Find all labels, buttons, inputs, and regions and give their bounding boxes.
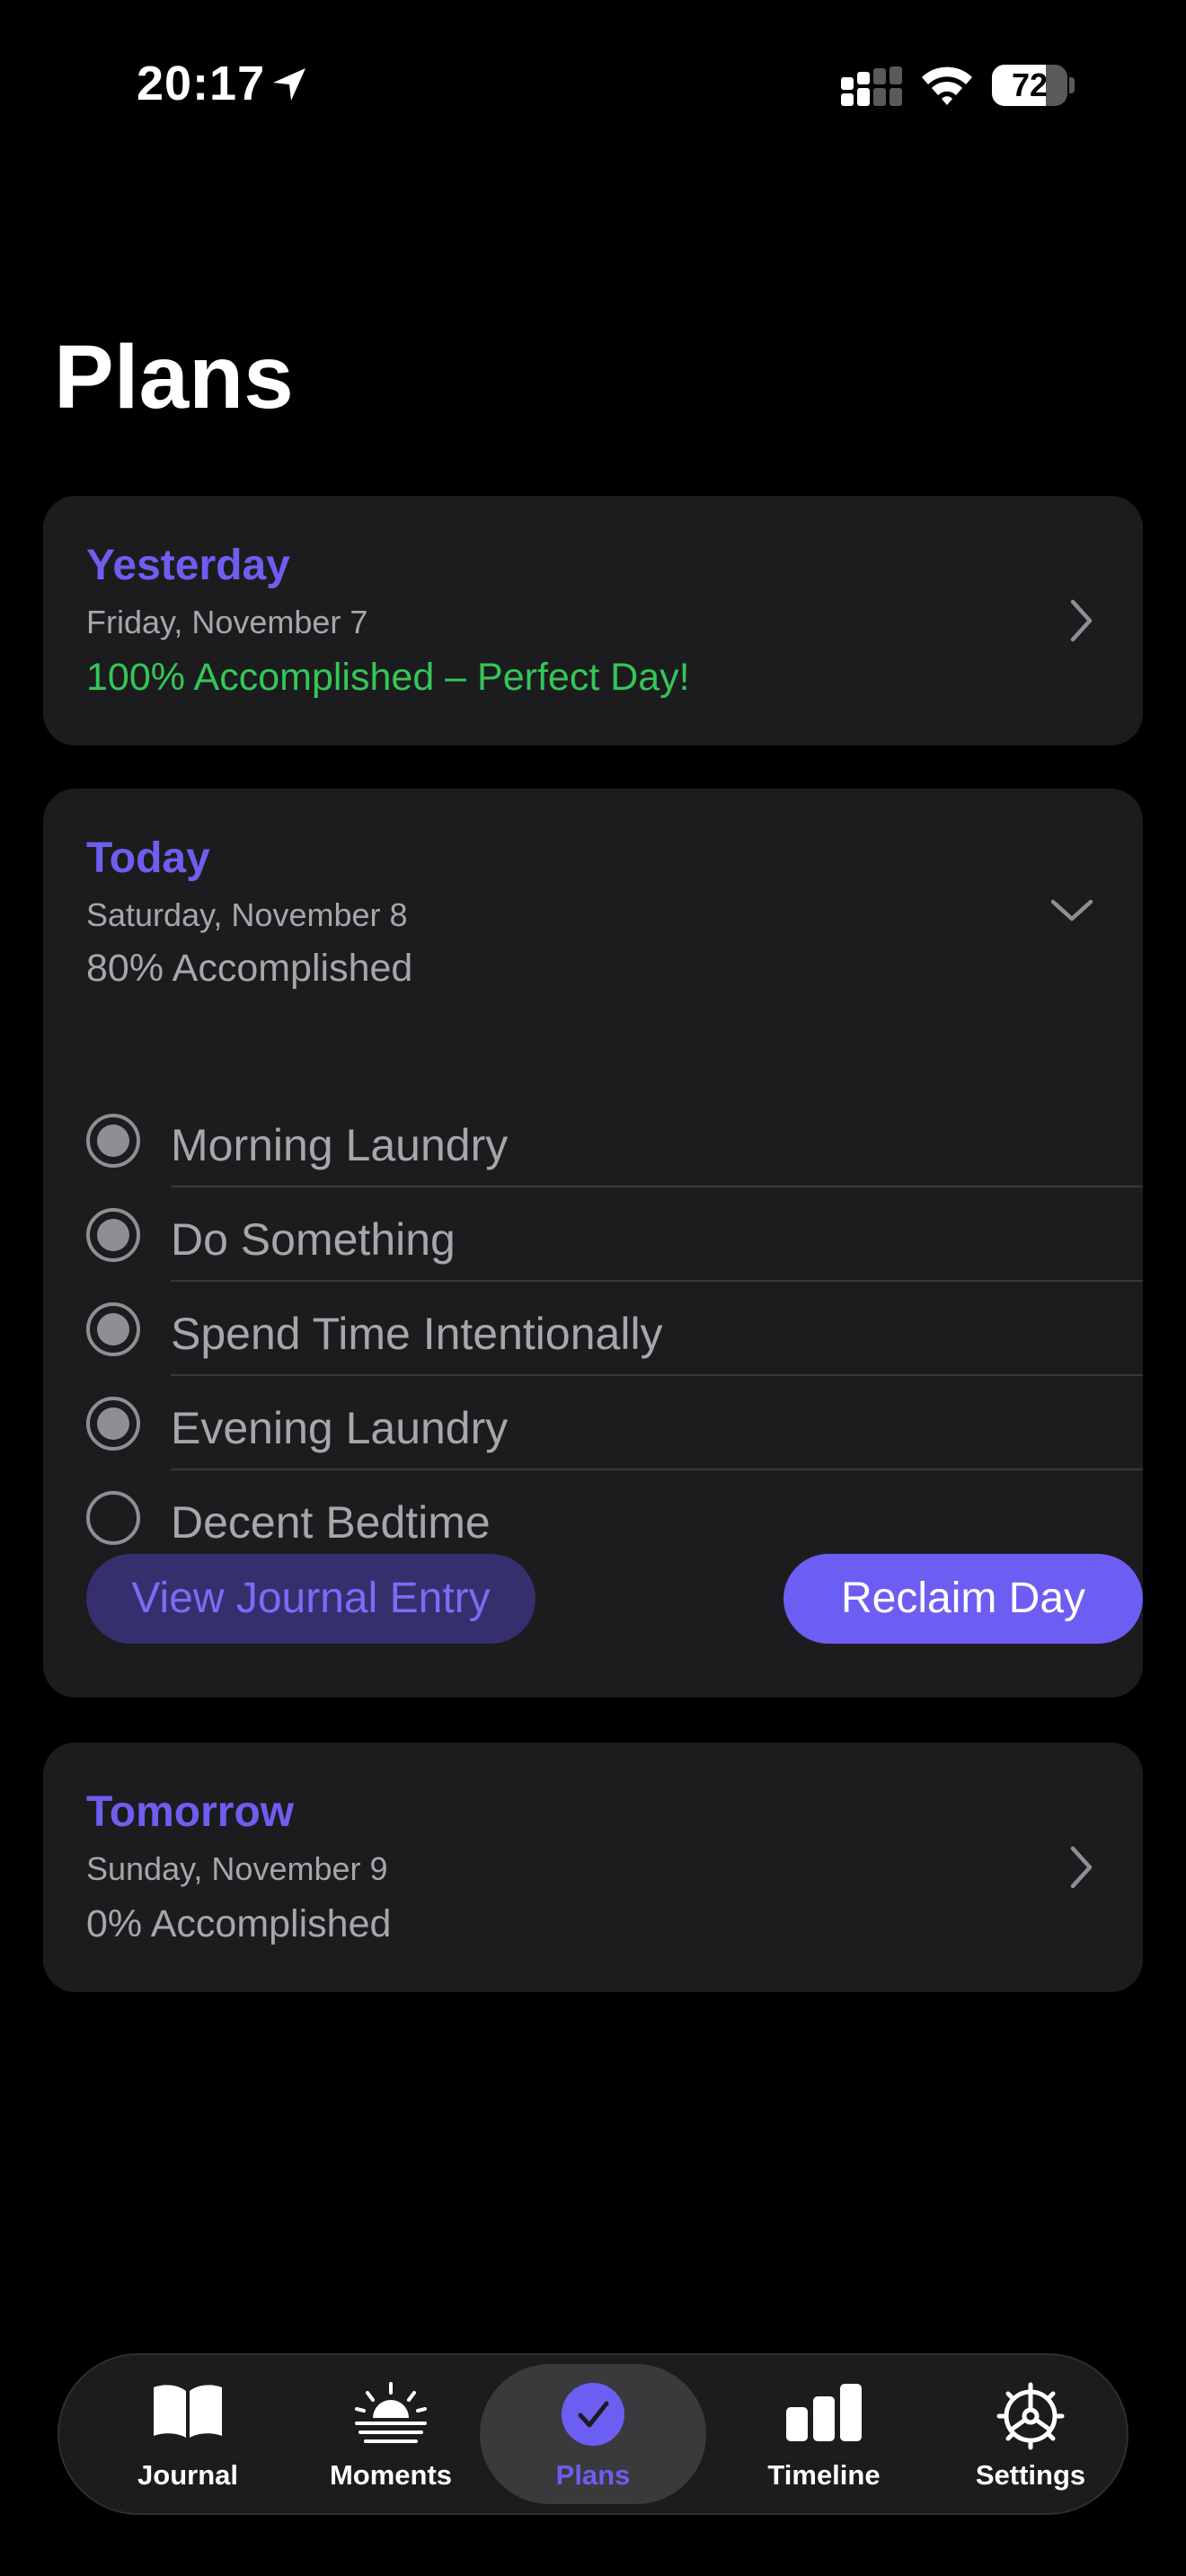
- view-journal-entry-button[interactable]: View Journal Entry: [86, 1554, 535, 1644]
- tomorrow-date: Sunday, November 9: [86, 1850, 388, 1887]
- tab-label: Plans: [555, 2459, 631, 2491]
- tab-label: Moments: [329, 2459, 453, 2491]
- divider: [171, 1469, 1143, 1470]
- page-title: Plans: [54, 327, 294, 428]
- tab-journal[interactable]: Journal: [84, 2355, 291, 2513]
- task-row[interactable]: Do Something: [86, 1188, 1143, 1282]
- task-label: Morning Laundry: [171, 1120, 509, 1170]
- tab-timeline[interactable]: Timeline: [721, 2355, 927, 2513]
- task-label: Do Something: [171, 1214, 456, 1265]
- task-row[interactable]: Evening Laundry: [86, 1377, 1143, 1470]
- location-arrow-icon: [273, 68, 305, 101]
- chevron-down-icon[interactable]: [1049, 896, 1094, 923]
- today-label: Today: [86, 834, 210, 882]
- tab-plans[interactable]: Plans: [480, 2364, 706, 2504]
- divider: [171, 1374, 1143, 1376]
- task-checkbox[interactable]: [86, 1114, 140, 1168]
- tab-label: Settings: [975, 2459, 1086, 2491]
- tab-label: Journal: [137, 2459, 238, 2491]
- tab-bar: Journal Moments Plans Timeline Settings: [58, 2353, 1128, 2515]
- battery-indicator: 72: [992, 65, 1075, 106]
- tab-settings[interactable]: Settings: [927, 2355, 1134, 2513]
- tomorrow-status: 0% Accomplished: [86, 1902, 392, 1945]
- task-label: Evening Laundry: [171, 1403, 509, 1453]
- tomorrow-label: Tomorrow: [86, 1788, 295, 1836]
- today-card: Today Saturday, November 8 80% Accomplis…: [43, 789, 1143, 1698]
- task-row[interactable]: Morning Laundry: [86, 1094, 1143, 1187]
- task-checkbox[interactable]: [86, 1397, 140, 1451]
- yesterday-status: 100% Accomplished – Perfect Day!: [86, 656, 690, 699]
- checkmark-circle-icon: [562, 2383, 624, 2446]
- status-time: 20:17: [137, 57, 266, 110]
- book-icon: [154, 2385, 222, 2438]
- task-row[interactable]: Spend Time Intentionally: [86, 1283, 1143, 1376]
- yesterday-card[interactable]: Yesterday Friday, November 7 100% Accomp…: [43, 496, 1143, 745]
- chevron-right-icon[interactable]: [1067, 598, 1094, 643]
- wifi-icon: [922, 66, 972, 105]
- chevron-right-icon[interactable]: [1067, 1845, 1094, 1890]
- status-bar: 20:17 72: [0, 0, 1186, 171]
- bar-chart-icon: [786, 2384, 862, 2441]
- task-checkbox[interactable]: [86, 1302, 140, 1356]
- tomorrow-card[interactable]: Tomorrow Sunday, November 9 0% Accomplis…: [43, 1742, 1143, 1992]
- battery-percentage: 72: [1011, 66, 1049, 103]
- gear-icon: [996, 2382, 1065, 2450]
- tab-label: Timeline: [767, 2459, 881, 2491]
- yesterday-label: Yesterday: [86, 542, 290, 589]
- today-date: Saturday, November 8: [86, 896, 408, 933]
- task-checkbox[interactable]: [86, 1491, 140, 1545]
- yesterday-date: Friday, November 7: [86, 604, 368, 640]
- task-checkbox[interactable]: [86, 1208, 140, 1262]
- divider: [171, 1280, 1143, 1282]
- task-row[interactable]: Decent Bedtime: [86, 1471, 1143, 1565]
- reclaim-day-button[interactable]: Reclaim Day: [783, 1554, 1143, 1644]
- task-label: Decent Bedtime: [171, 1497, 491, 1548]
- tab-moments[interactable]: Moments: [288, 2355, 494, 2513]
- today-status: 80% Accomplished: [86, 947, 413, 990]
- cellular-signal-icon: [841, 66, 902, 106]
- divider: [171, 1186, 1143, 1187]
- task-label: Spend Time Intentionally: [171, 1309, 663, 1359]
- sunrise-icon: [355, 2382, 427, 2443]
